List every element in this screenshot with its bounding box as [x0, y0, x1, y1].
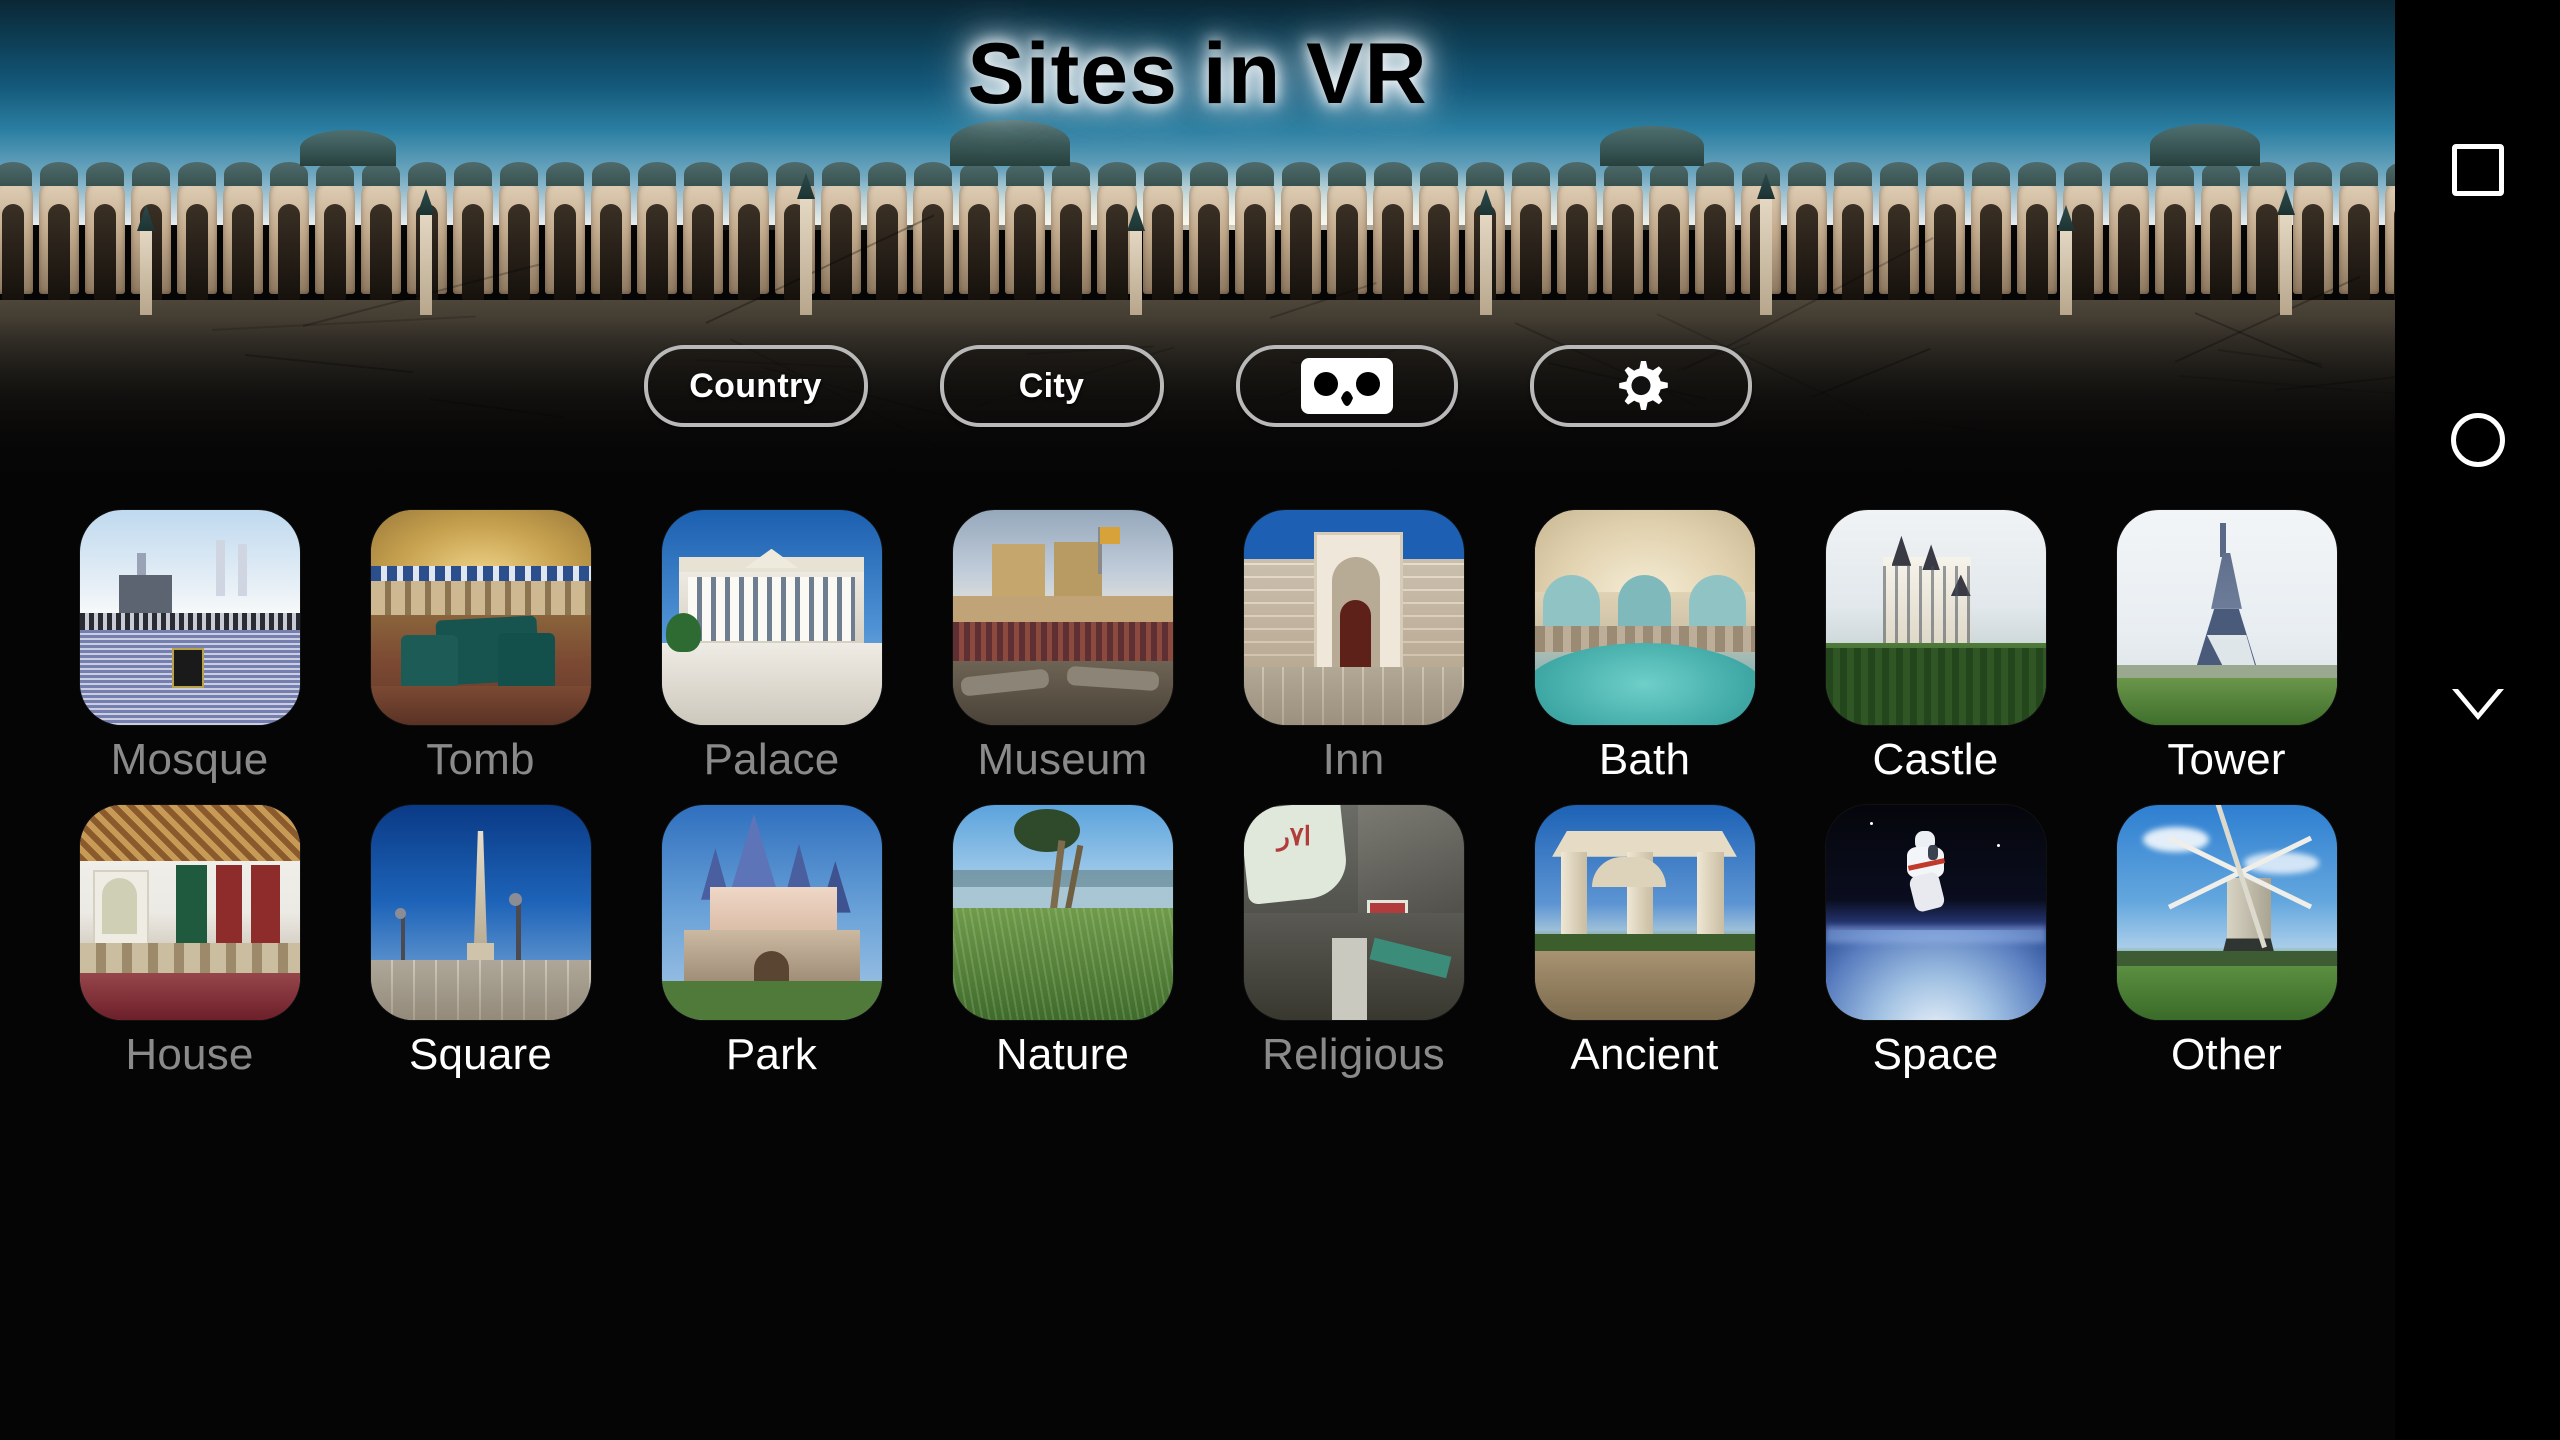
category-tile-tomb[interactable]: Tomb [335, 510, 626, 783]
page-title: Sites in VR [0, 25, 2395, 124]
panorama-minaret [1130, 227, 1142, 315]
nature-thumbnail[interactable] [953, 805, 1173, 1020]
category-tile-museum[interactable]: Museum [917, 510, 1208, 783]
category-label: Square [409, 1032, 552, 1078]
category-tile-palace[interactable]: Palace [626, 510, 917, 783]
square-recents-icon [2452, 144, 2504, 196]
park-thumbnail[interactable] [662, 805, 882, 1020]
category-label: Space [1873, 1032, 1999, 1078]
category-tile-nature[interactable]: Nature [917, 805, 1208, 1078]
inn-thumbnail[interactable] [1244, 510, 1464, 725]
category-tile-religious[interactable]: ا٧ر Religious [1208, 805, 1499, 1078]
category-label: Museum [978, 737, 1148, 783]
toolbar: Country City [0, 345, 2395, 427]
category-row: House Square Park Nature ا٧ر Religious Ancient… [0, 805, 2395, 1078]
ancient-thumbnail[interactable] [1535, 805, 1755, 1020]
castle-thumbnail[interactable] [1826, 510, 2046, 725]
triangle-back-icon [2452, 689, 2504, 721]
panorama-dome [1600, 126, 1704, 166]
bath-thumbnail[interactable] [1535, 510, 1755, 725]
category-tile-house[interactable]: House [44, 805, 335, 1078]
nav-home-button[interactable] [2395, 385, 2560, 495]
category-tile-inn[interactable]: Inn [1208, 510, 1499, 783]
other-thumbnail[interactable] [2117, 805, 2337, 1020]
category-tile-mosque[interactable]: Mosque [44, 510, 335, 783]
category-tile-space[interactable]: Space [1790, 805, 2081, 1078]
city-button[interactable]: City [940, 345, 1164, 427]
category-row: Mosque Tomb Palace Museum Inn Bath Castle Tower [0, 510, 2395, 783]
android-navigation-bar [2395, 0, 2560, 1440]
circle-home-icon [2451, 413, 2505, 467]
category-label: Tomb [426, 737, 534, 783]
category-label: Castle [1873, 737, 1999, 783]
space-thumbnail[interactable] [1826, 805, 2046, 1020]
category-label: Tower [2167, 737, 2285, 783]
mosque-thumbnail[interactable] [80, 510, 300, 725]
tomb-thumbnail[interactable] [371, 510, 591, 725]
country-button[interactable]: Country [644, 345, 868, 427]
app-screen: Sites in VR Country City Mosque Tomb Pal… [0, 0, 2395, 1440]
category-tile-tower[interactable]: Tower [2081, 510, 2372, 783]
category-grid: Mosque Tomb Palace Museum Inn Bath Castle Tower… [0, 510, 2395, 1078]
cardboard-vr-icon [1301, 358, 1393, 414]
museum-thumbnail[interactable] [953, 510, 1173, 725]
category-tile-other[interactable]: Other [2081, 805, 2372, 1078]
settings-button[interactable] [1530, 345, 1752, 427]
panorama-arcade [0, 160, 2395, 310]
vr-mode-button[interactable] [1236, 345, 1458, 427]
category-label: Bath [1599, 737, 1690, 783]
page-title-text: Sites in VR [967, 26, 1427, 122]
category-tile-castle[interactable]: Castle [1790, 510, 2081, 783]
panorama-minaret [800, 195, 812, 315]
panorama-dome [2150, 124, 2260, 166]
category-tile-bath[interactable]: Bath [1499, 510, 1790, 783]
nav-back-button[interactable] [2395, 650, 2560, 760]
panorama-minaret [1480, 211, 1492, 315]
category-label: Inn [1323, 737, 1385, 783]
category-label: Palace [704, 737, 840, 783]
tower-thumbnail[interactable] [2117, 510, 2337, 725]
panorama-dome [300, 130, 396, 166]
category-label: Park [726, 1032, 817, 1078]
square-thumbnail[interactable] [371, 805, 591, 1020]
panorama-dome [950, 120, 1070, 166]
category-label: Religious [1262, 1032, 1445, 1078]
panorama-minaret [140, 227, 152, 315]
panorama-minaret [2060, 227, 2072, 315]
gear-icon [1613, 358, 1669, 414]
category-tile-park[interactable]: Park [626, 805, 917, 1078]
country-button-label: Country [689, 367, 821, 406]
nav-recents-button[interactable] [2395, 115, 2560, 225]
category-label: Ancient [1570, 1032, 1718, 1078]
palace-thumbnail[interactable] [662, 510, 882, 725]
category-tile-square[interactable]: Square [335, 805, 626, 1078]
category-label: Other [2171, 1032, 2282, 1078]
category-label: Mosque [111, 737, 269, 783]
religious-thumbnail[interactable]: ا٧ر [1244, 805, 1464, 1020]
city-button-label: City [1019, 367, 1084, 406]
panorama-minaret [420, 211, 432, 315]
category-label: Nature [996, 1032, 1129, 1078]
category-tile-ancient[interactable]: Ancient [1499, 805, 1790, 1078]
panorama-minaret [1760, 195, 1772, 315]
category-label: House [125, 1032, 253, 1078]
app-root: Sites in VR Country City Mosque Tomb Pal… [0, 0, 2560, 1440]
house-thumbnail[interactable] [80, 805, 300, 1020]
panorama-minaret [2280, 211, 2292, 315]
